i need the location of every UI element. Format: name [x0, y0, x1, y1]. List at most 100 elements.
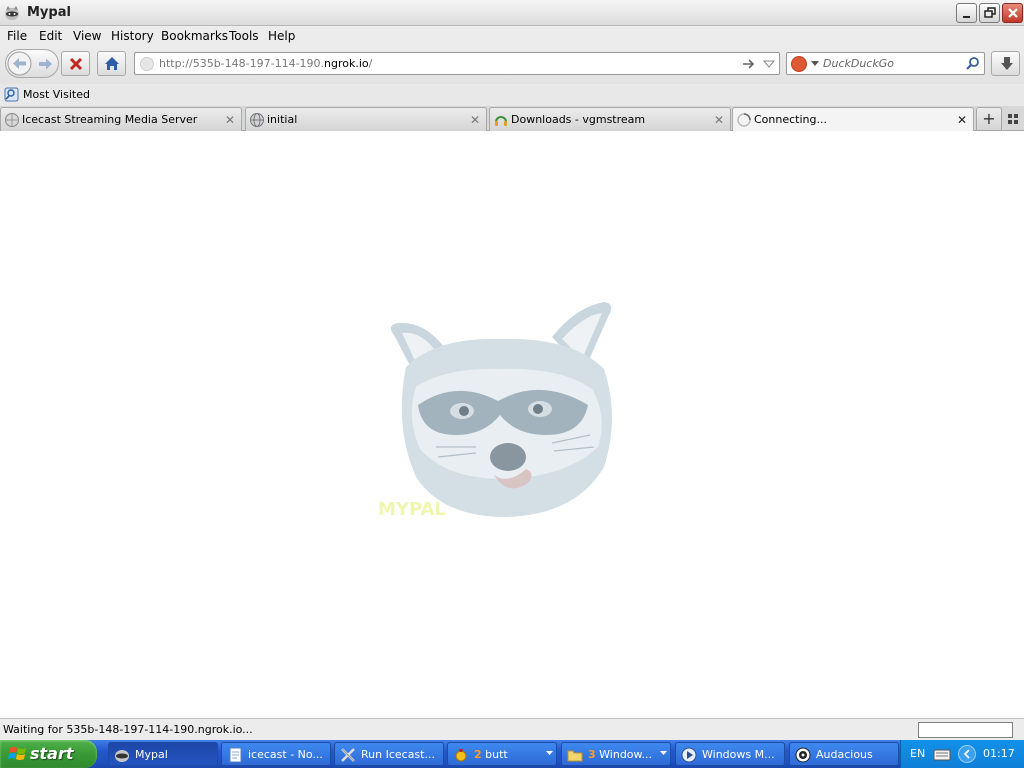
- restore-icon: [984, 7, 996, 18]
- menu-tools[interactable]: Tools: [229, 29, 259, 43]
- start-label: start: [30, 744, 74, 763]
- taskbar-item-label: Windows M...: [702, 748, 775, 761]
- tab-initial[interactable]: initial ✕: [245, 107, 487, 131]
- restore-button[interactable]: [979, 3, 1000, 23]
- menu-view[interactable]: View: [73, 29, 101, 43]
- url-text: http://535b-148-197-114-190.ngrok.io/: [159, 57, 373, 70]
- taskbar-item-label: icecast - No...: [248, 748, 323, 761]
- close-window-button[interactable]: [1002, 3, 1023, 23]
- mypal-icon: [115, 750, 129, 762]
- tab-close-icon[interactable]: ✕: [225, 113, 235, 127]
- back-button[interactable]: [7, 51, 32, 76]
- url-bar[interactable]: http://535b-148-197-114-190.ngrok.io/: [134, 52, 780, 75]
- downloads-button[interactable]: [991, 51, 1020, 76]
- new-tab-button[interactable]: +: [976, 107, 1002, 131]
- home-icon: [105, 57, 119, 70]
- globe-icon: [250, 113, 264, 127]
- group-dropdown-icon: [546, 751, 553, 755]
- tab-label: initial: [267, 113, 298, 126]
- duckduckgo-engine-icon[interactable]: [791, 56, 807, 72]
- taskbar-item-mypal[interactable]: Mypal: [108, 742, 218, 766]
- status-text: Waiting for 535b-148-197-114-190.ngrok.i…: [3, 723, 253, 736]
- most-visited-bookmark[interactable]: Most Visited: [23, 88, 90, 101]
- tab-close-icon[interactable]: ✕: [714, 113, 724, 127]
- menu-file[interactable]: File: [7, 29, 27, 43]
- search-placeholder: DuckDuckGo: [823, 57, 894, 70]
- download-arrow-icon: [1001, 57, 1013, 70]
- show-hidden-icons-chevron-icon[interactable]: [958, 745, 976, 763]
- audacious-icon: [795, 747, 811, 763]
- taskbar-item-label: Run Icecast...: [361, 748, 435, 761]
- search-icon[interactable]: [965, 56, 981, 72]
- taskbar-item-audacious[interactable]: Audacious: [789, 742, 899, 766]
- taskbar-item-windows-media[interactable]: Windows M...: [675, 742, 785, 766]
- minimize-icon: [963, 16, 970, 18]
- navigation-toolbar: http://535b-148-197-114-190.ngrok.io/ Du…: [0, 46, 1024, 84]
- forward-arrow-icon[interactable]: [37, 55, 55, 73]
- search-bar[interactable]: DuckDuckGo: [786, 52, 985, 75]
- minimize-button[interactable]: [956, 3, 977, 23]
- tab-label: Downloads - vgmstream: [511, 113, 646, 126]
- tab-close-icon[interactable]: ✕: [470, 113, 480, 127]
- menu-bar: File Edit View History Bookmarks Tools H…: [0, 26, 1024, 46]
- mypal-raccoon-logo: MYPAL: [378, 302, 612, 520]
- tab-label: Connecting...: [754, 113, 827, 126]
- keyboard-icon[interactable]: [933, 747, 951, 761]
- tab-close-icon[interactable]: ✕: [957, 113, 967, 127]
- url-history-dropdown-icon[interactable]: [763, 59, 775, 69]
- back-forward-group: [5, 49, 59, 78]
- media-player-icon: [681, 747, 697, 763]
- back-arrow-icon: [7, 51, 32, 76]
- taskbar-item-label: 3 Window...: [588, 748, 653, 761]
- close-icon: [1008, 8, 1018, 18]
- status-progress-box: [918, 722, 1013, 738]
- plus-icon: +: [982, 109, 996, 128]
- tab-label: Icecast Streaming Media Server: [22, 113, 198, 126]
- title-bar: Mypal: [0, 0, 1024, 26]
- taskbar-item-butt[interactable]: 2 butt: [447, 742, 557, 766]
- home-button[interactable]: [97, 51, 126, 76]
- status-bar: Waiting for 535b-148-197-114-190.ngrok.i…: [0, 718, 1024, 740]
- menu-edit[interactable]: Edit: [39, 29, 62, 43]
- taskbar: start Mypal icecast - No... Run Icecast.…: [0, 740, 1024, 768]
- headphones-icon: [495, 116, 507, 126]
- engine-dropdown-icon[interactable]: [811, 61, 819, 67]
- icecast-icon: [341, 748, 355, 762]
- tab-strip: Icecast Streaming Media Server ✕ initial…: [0, 106, 1024, 132]
- taskbar-item-label: 2 butt: [474, 748, 508, 761]
- site-identity-icon[interactable]: [140, 57, 154, 71]
- mypal-app-icon: [5, 6, 19, 20]
- taskbar-item-label: Mypal: [135, 748, 168, 761]
- bookmarks-toolbar: Most Visited: [0, 84, 1024, 106]
- start-button[interactable]: start: [0, 740, 97, 768]
- tab-icecast[interactable]: Icecast Streaming Media Server ✕: [0, 107, 242, 131]
- language-indicator[interactable]: EN: [910, 747, 925, 760]
- notepad-icon: [229, 747, 242, 763]
- go-arrow-icon[interactable]: [741, 56, 757, 72]
- stop-button[interactable]: [61, 51, 90, 76]
- tab-downloads-vgmstream[interactable]: Downloads - vgmstream ✕: [489, 107, 731, 131]
- chevron-left-icon: [963, 749, 970, 759]
- loading-icon: [737, 113, 751, 127]
- most-visited-icon: [4, 87, 19, 102]
- taskbar-item-notepad[interactable]: icecast - No...: [221, 742, 331, 766]
- window-title: Mypal: [27, 5, 71, 20]
- system-tray: EN 01:17: [900, 740, 1024, 768]
- menu-help[interactable]: Help: [268, 29, 295, 43]
- menu-bookmarks[interactable]: Bookmarks: [161, 29, 228, 43]
- taskbar-item-run-icecast[interactable]: Run Icecast...: [334, 742, 444, 766]
- taskbar-item-label: Audacious: [816, 748, 873, 761]
- page-content: MYPAL: [0, 131, 1024, 718]
- clock: 01:17: [983, 747, 1015, 760]
- windows-flag-icon: [8, 747, 26, 760]
- group-dropdown-icon: [660, 751, 667, 755]
- tab-connecting[interactable]: Connecting... ✕: [732, 107, 974, 132]
- logo-text: MYPAL: [378, 499, 446, 520]
- folder-icon: [567, 750, 583, 762]
- stop-icon: [69, 57, 83, 71]
- tab-list-icon[interactable]: [1007, 113, 1019, 125]
- butt-icon: [455, 749, 467, 762]
- taskbar-item-windows-explorer[interactable]: 3 Window...: [561, 742, 671, 766]
- page-icon: [5, 113, 19, 127]
- menu-history[interactable]: History: [111, 29, 154, 43]
